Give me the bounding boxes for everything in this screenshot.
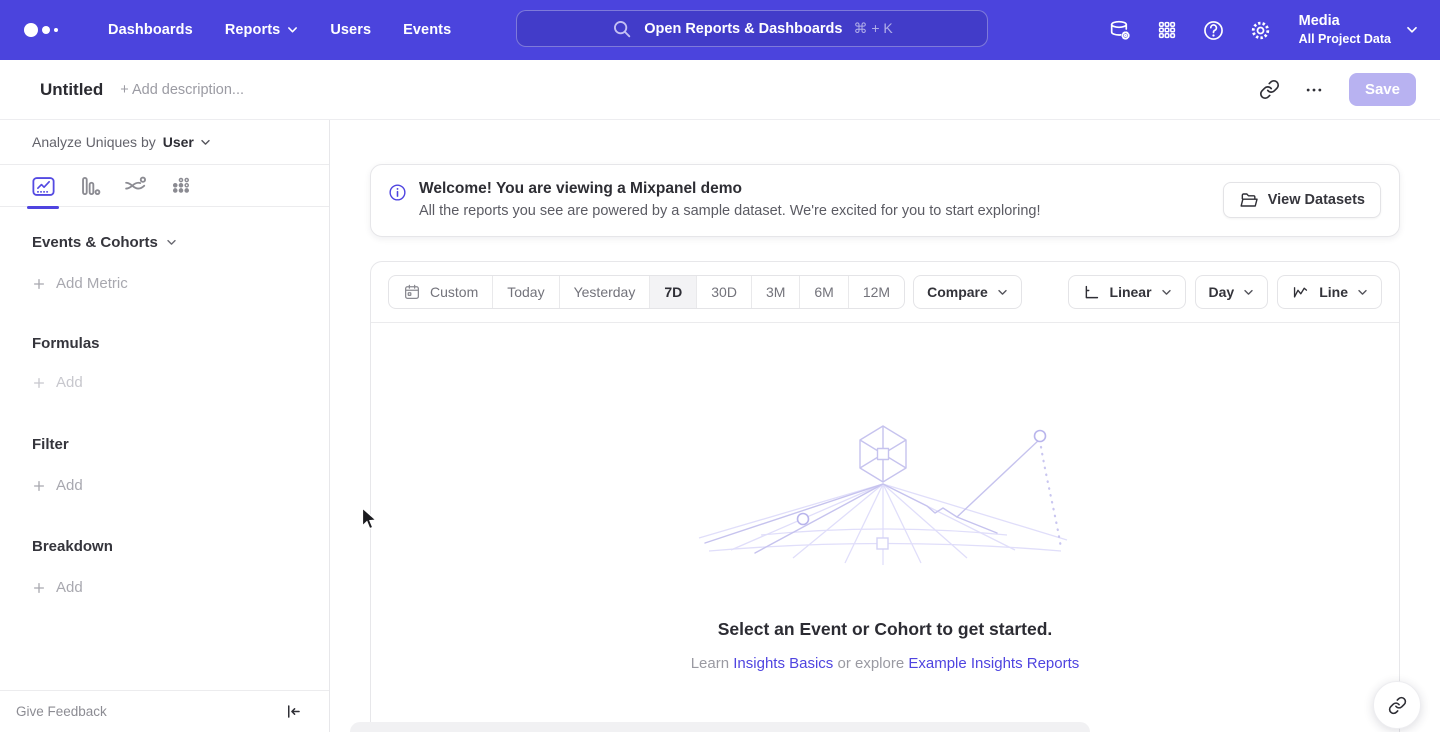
search-shortcut: ⌘ + K — [853, 20, 892, 37]
range-12m[interactable]: 12M — [849, 276, 904, 308]
chevron-down-icon — [287, 26, 298, 34]
insights-line-icon — [30, 173, 57, 200]
settings-gear-icon[interactable] — [1244, 13, 1278, 47]
axis-linear-icon — [1082, 283, 1101, 302]
add-filter-button[interactable]: Add — [32, 477, 329, 494]
share-link-fab[interactable] — [1373, 681, 1421, 729]
bar-chart-icon — [76, 173, 102, 199]
project-selector[interactable]: Media All Project Data — [1299, 12, 1418, 47]
chevron-down-icon — [1243, 289, 1254, 296]
range-custom[interactable]: Custom — [389, 276, 493, 308]
plus-icon — [32, 376, 46, 390]
sidebar-footer: Give Feedback — [0, 690, 329, 732]
analyze-value-dropdown[interactable]: User — [163, 134, 211, 150]
top-nav: Dashboards Reports Users Events Open Rep… — [0, 0, 1440, 60]
apps-grid-icon[interactable] — [1150, 13, 1184, 47]
bar-chart-tab[interactable] — [66, 165, 112, 207]
info-icon — [387, 182, 408, 203]
report-header: Untitled + Add description... Save — [0, 60, 1440, 120]
filter-heading: Filter — [32, 436, 329, 453]
chart-type-tabs — [0, 165, 329, 207]
add-breakdown-button[interactable]: Add — [32, 579, 329, 596]
chart-controls: Custom Today Yesterday 7D 30D 3M 6M 12M … — [371, 262, 1399, 323]
breakdown-heading: Breakdown — [32, 538, 329, 555]
chevron-down-icon — [166, 239, 177, 246]
copy-link-icon[interactable] — [1253, 73, 1287, 107]
global-search[interactable]: Open Reports & Dashboards ⌘ + K — [516, 10, 988, 47]
range-3m[interactable]: 3M — [752, 276, 800, 308]
chevron-down-icon — [200, 139, 211, 146]
more-ellipsis-icon[interactable] — [1297, 73, 1331, 107]
chart-panel: Custom Today Yesterday 7D 30D 3M 6M 12M … — [370, 261, 1400, 732]
granularity-dropdown[interactable]: Day — [1195, 275, 1269, 309]
save-button[interactable]: Save — [1349, 73, 1416, 106]
chevron-down-icon — [1161, 289, 1172, 296]
compare-dropdown[interactable]: Compare — [913, 275, 1022, 309]
calendar-icon — [403, 283, 421, 301]
nav-item-reports[interactable]: Reports — [209, 0, 315, 60]
report-content: Welcome! You are viewing a Mixpanel demo… — [330, 120, 1440, 732]
view-datasets-button[interactable]: View Datasets — [1223, 182, 1381, 218]
insights-line-tab[interactable] — [20, 165, 66, 207]
data-management-icon[interactable] — [1103, 13, 1137, 47]
search-placeholder: Open Reports & Dashboards — [644, 21, 842, 37]
banner-subtitle: All the reports you see are powered by a… — [419, 203, 1041, 219]
nav-item-events[interactable]: Events — [387, 0, 467, 60]
report-title[interactable]: Untitled — [40, 80, 103, 100]
wireframe-landscape-illustration — [695, 422, 1075, 577]
collapse-sidebar-icon[interactable] — [284, 702, 303, 721]
range-today[interactable]: Today — [493, 276, 559, 308]
insights-basics-link[interactable]: Insights Basics — [733, 655, 833, 672]
folder-icon — [1239, 190, 1259, 210]
chart-type-dropdown[interactable]: Line — [1277, 275, 1382, 309]
analyze-uniques-row: Analyze Uniques by User — [0, 120, 329, 165]
chevron-down-icon — [1357, 289, 1368, 296]
project-name: Media — [1299, 12, 1391, 31]
banner-title: Welcome! You are viewing a Mixpanel demo — [419, 180, 1041, 198]
range-yesterday[interactable]: Yesterday — [560, 276, 651, 308]
link-icon — [1388, 696, 1407, 715]
chevron-down-icon — [1406, 26, 1418, 34]
example-insights-reports-link[interactable]: Example Insights Reports — [908, 655, 1079, 672]
add-metric-button[interactable]: Add Metric — [32, 275, 329, 292]
demo-welcome-banner: Welcome! You are viewing a Mixpanel demo… — [370, 164, 1400, 237]
nav-item-dashboards[interactable]: Dashboards — [92, 0, 209, 60]
top-nav-right: Media All Project Data — [1103, 12, 1440, 47]
collapsed-bottom-panel[interactable] — [350, 722, 1090, 732]
events-cohorts-heading[interactable]: Events & Cohorts — [32, 234, 329, 251]
line-chart-icon — [1291, 283, 1310, 302]
help-icon[interactable] — [1197, 13, 1231, 47]
scale-dropdown[interactable]: Linear — [1068, 275, 1186, 309]
query-builder-sidebar: Analyze Uniques by User — [0, 120, 330, 732]
chevron-down-icon — [997, 289, 1008, 296]
empty-state-links: Learn Insights Basics or explore Example… — [691, 655, 1080, 672]
range-30d[interactable]: 30D — [697, 276, 752, 308]
add-formula-button[interactable]: Add — [32, 374, 329, 391]
range-6m[interactable]: 6M — [800, 276, 848, 308]
range-7d[interactable]: 7D — [650, 276, 697, 308]
flows-tab[interactable] — [112, 165, 158, 207]
date-range-picker: Custom Today Yesterday 7D 30D 3M 6M 12M — [388, 275, 905, 309]
search-icon — [611, 18, 633, 40]
plus-icon — [32, 581, 46, 595]
formulas-heading: Formulas — [32, 335, 329, 352]
metrics-dots-icon — [169, 174, 194, 199]
report-description-placeholder[interactable]: + Add description... — [120, 82, 244, 98]
empty-state-title: Select an Event or Cohort to get started… — [718, 619, 1053, 640]
plus-icon — [32, 479, 46, 493]
flows-icon — [122, 173, 148, 199]
mixpanel-logo[interactable] — [24, 23, 58, 37]
plus-icon — [32, 277, 46, 291]
empty-chart-area: Select an Event or Cohort to get started… — [371, 323, 1399, 732]
metrics-tab[interactable] — [158, 165, 204, 207]
project-scope: All Project Data — [1299, 31, 1391, 47]
analyze-label: Analyze Uniques by — [32, 134, 156, 150]
nav-item-users[interactable]: Users — [314, 0, 387, 60]
give-feedback-link[interactable]: Give Feedback — [16, 704, 107, 719]
